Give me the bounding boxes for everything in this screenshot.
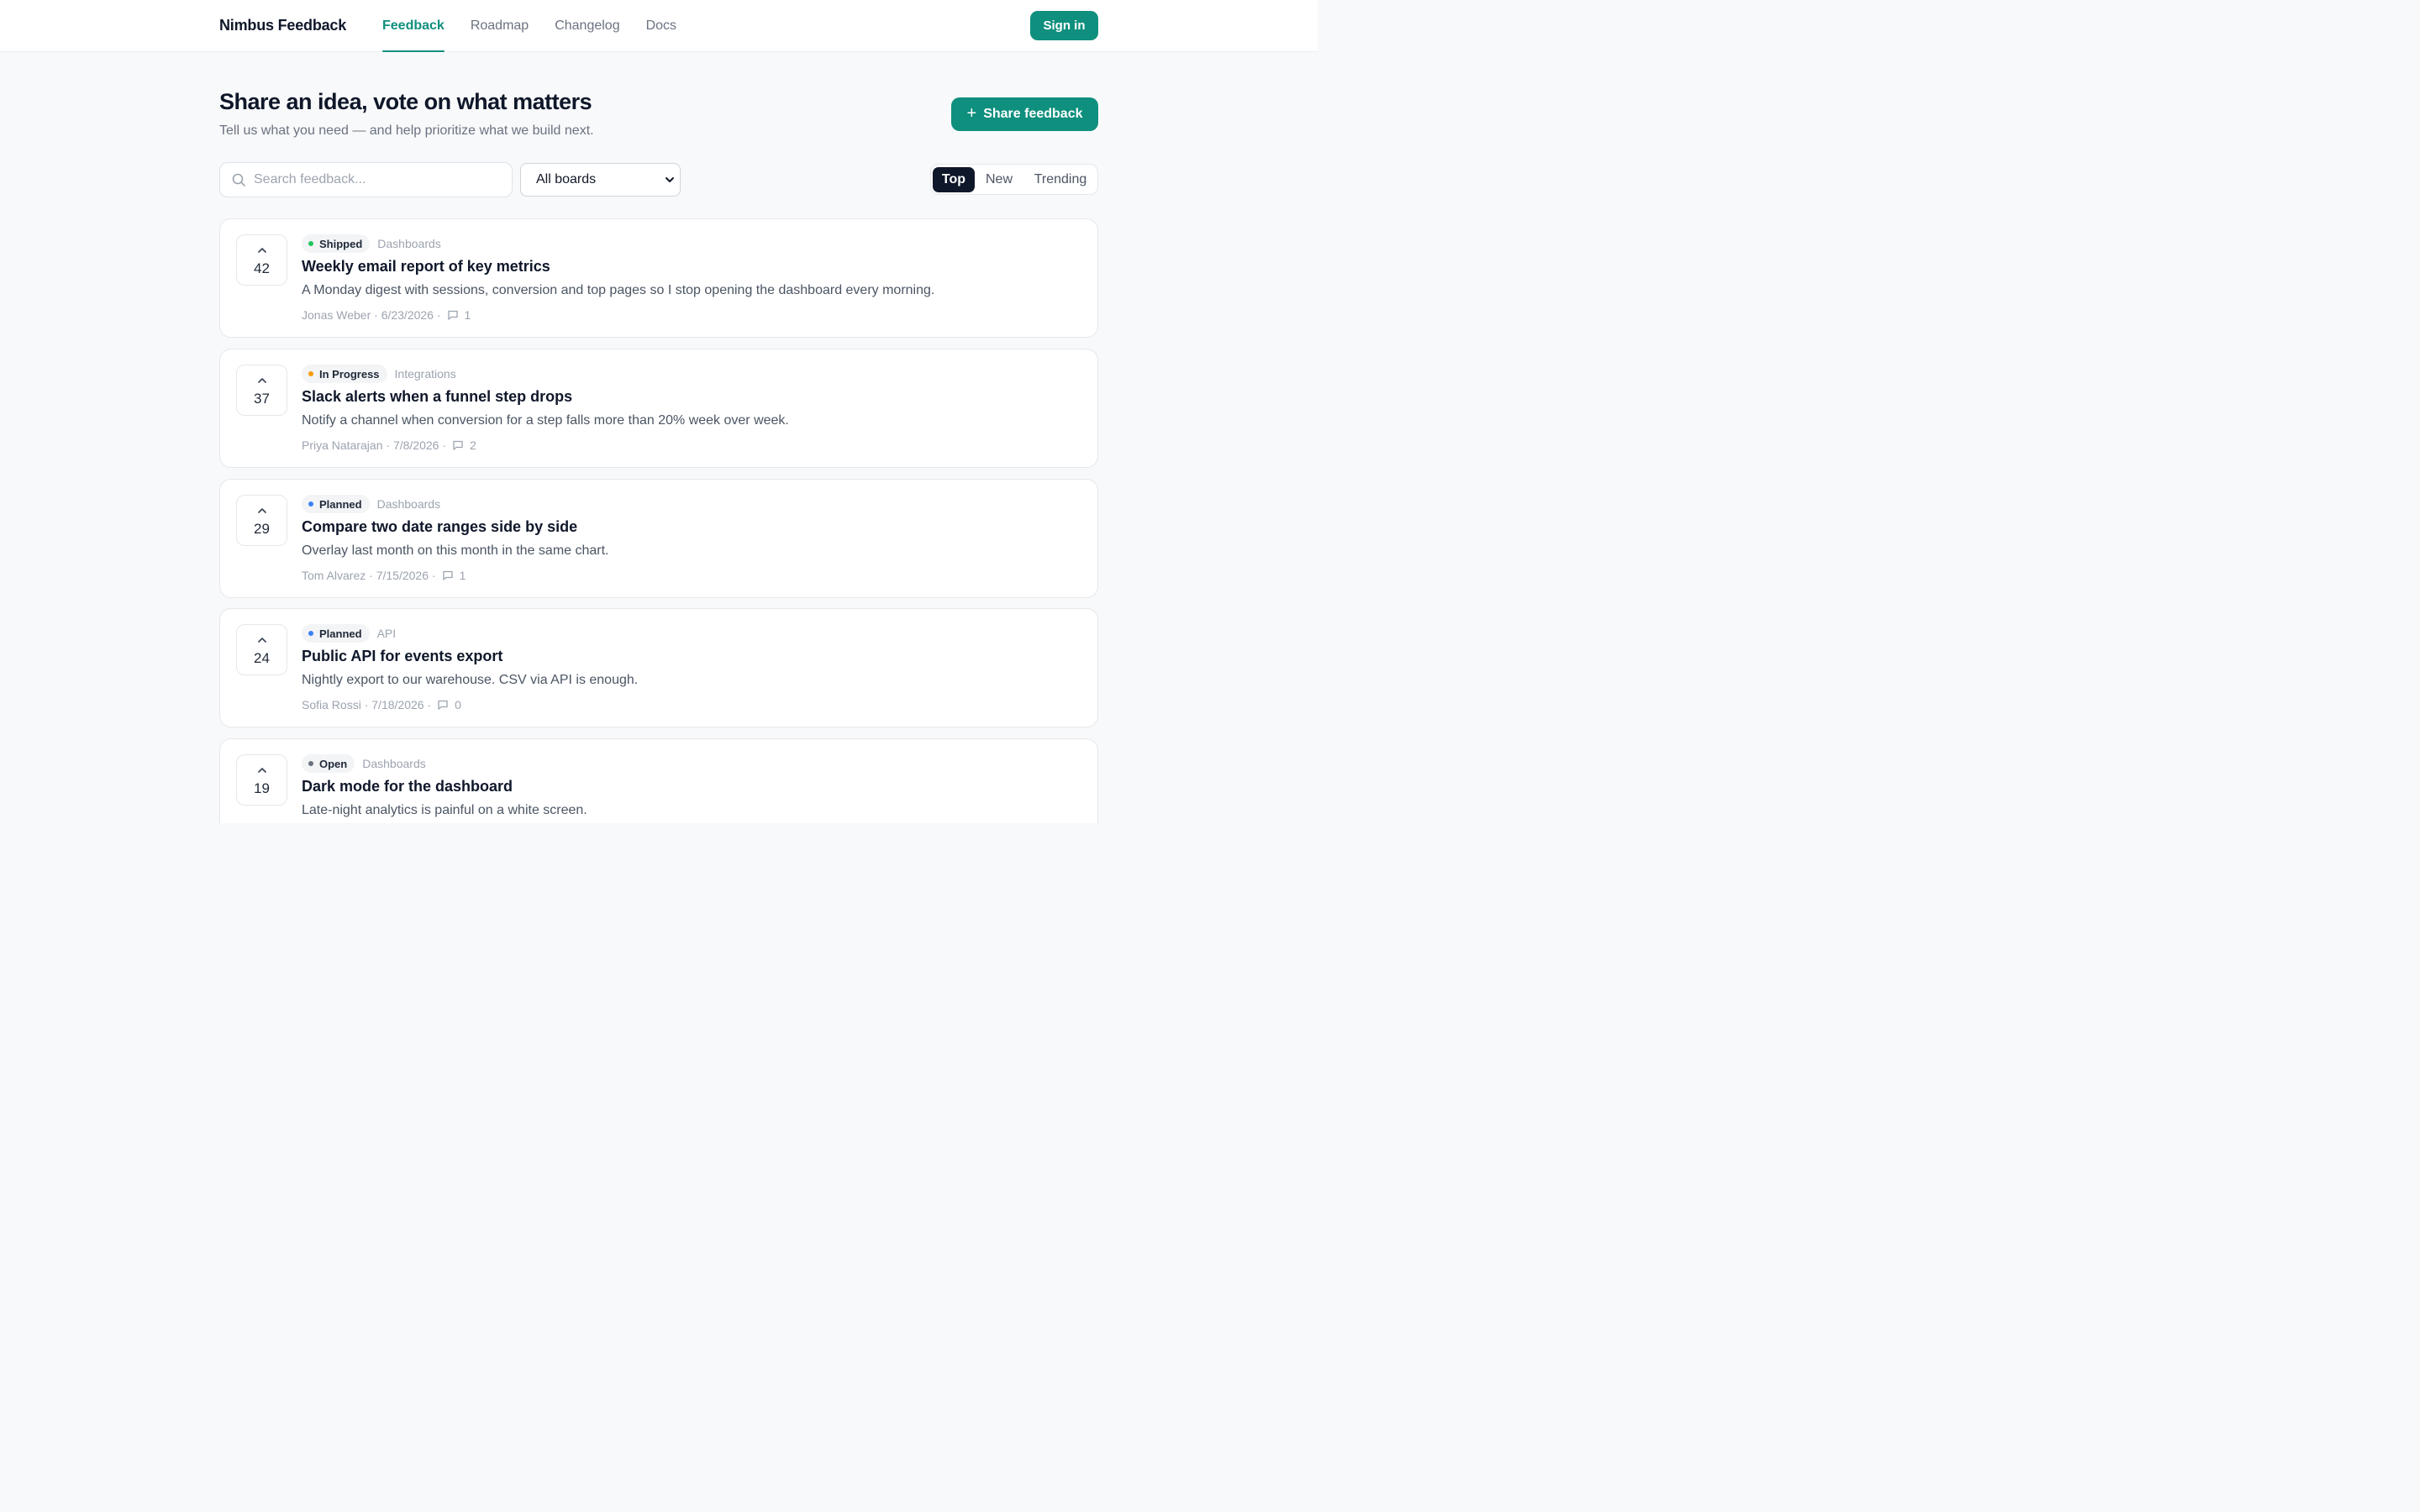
- post-date: 6/23/2026: [381, 308, 434, 322]
- chevron-up-icon: [258, 378, 266, 383]
- card-title[interactable]: Public API for events export: [302, 648, 502, 665]
- status-dot: [308, 371, 313, 376]
- upvote-button[interactable]: 37: [236, 365, 287, 416]
- status-label: Planned: [319, 497, 362, 511]
- status-badge: Planned: [302, 624, 370, 643]
- status-dot: [308, 501, 313, 507]
- comment-icon: [447, 309, 459, 321]
- feedback-card[interactable]: 29 Planned Dashboards Compare two date r…: [219, 479, 1098, 598]
- chevron-up-icon: [258, 248, 266, 253]
- board-select[interactable]: All boards: [520, 163, 681, 197]
- nav-item-feedback[interactable]: Feedback: [382, 0, 445, 52]
- card-description: A Monday digest with sessions, conversio…: [302, 283, 935, 297]
- status-label: Planned: [319, 627, 362, 640]
- sign-in-button[interactable]: Sign in: [1030, 11, 1098, 40]
- top-navigation-bar: Nimbus Feedback Feedback Roadmap Changel…: [0, 0, 1318, 52]
- brand-logo-text[interactable]: Nimbus Feedback: [219, 17, 346, 34]
- page-subtitle: Tell us what you need — and help priorit…: [219, 123, 594, 138]
- chevron-up-icon: [258, 638, 266, 643]
- plus-icon: +: [966, 104, 977, 123]
- comment-icon: [437, 699, 449, 711]
- search-box: [219, 162, 513, 197]
- status-badge: Planned: [302, 495, 370, 513]
- card-footer: Priya Natarajan · 7/8/2026 · 2: [302, 438, 476, 452]
- chevron-down-icon: [666, 177, 674, 182]
- card-meta: Open Dashboards: [302, 753, 426, 774]
- nav-item-docs[interactable]: Docs: [646, 0, 676, 52]
- author-name: Tom Alvarez: [302, 569, 366, 582]
- status-dot: [308, 761, 313, 766]
- main-nav: Feedback Roadmap Changelog Docs: [382, 0, 702, 52]
- board-label: Dashboards: [376, 497, 441, 511]
- card-footer: Tom Alvarez · 7/15/2026 · 1: [302, 569, 466, 582]
- sort-option-trending[interactable]: Trending: [1026, 167, 1095, 192]
- upvote-button[interactable]: 19: [236, 754, 287, 806]
- status-badge: Shipped: [302, 234, 371, 253]
- vote-count: 24: [254, 650, 270, 666]
- share-feedback-button[interactable]: + Share feedback: [951, 97, 1098, 131]
- search-input[interactable]: [254, 163, 506, 197]
- comment-count: 1: [459, 569, 466, 582]
- status-badge: In Progress: [302, 365, 387, 383]
- sort-option-new[interactable]: New: [979, 167, 1019, 192]
- feedback-card[interactable]: 19 Open Dashboards Dark mode for the das…: [219, 738, 1098, 823]
- author-name: Priya Natarajan: [302, 438, 383, 452]
- status-label: In Progress: [319, 367, 380, 381]
- vote-count: 19: [254, 780, 270, 796]
- card-description: Late-night analytics is painful on a whi…: [302, 803, 587, 817]
- card-description: Overlay last month on this month in the …: [302, 543, 609, 558]
- board-select-value: All boards: [536, 172, 597, 186]
- card-title[interactable]: Compare two date ranges side by side: [302, 518, 577, 536]
- card-footer: Jonas Weber · 6/23/2026 · 1: [302, 308, 471, 322]
- status-label: Shipped: [319, 237, 363, 250]
- author-name: Sofia Rossi: [302, 698, 361, 711]
- post-date: 7/8/2026: [392, 438, 439, 452]
- feedback-card[interactable]: 42 Shipped Dashboards Weekly email repor…: [219, 218, 1098, 338]
- card-title[interactable]: Slack alerts when a funnel step drops: [302, 388, 572, 406]
- card-description: Notify a channel when conversion for a s…: [302, 413, 789, 428]
- comment-count: 2: [470, 438, 476, 452]
- card-title[interactable]: Weekly email report of key metrics: [302, 258, 550, 276]
- post-date: 7/15/2026: [376, 569, 429, 582]
- page-title: Share an idea, vote on what matters: [219, 89, 592, 114]
- card-title[interactable]: Dark mode for the dashboard: [302, 778, 513, 795]
- status-badge: Open: [302, 754, 355, 773]
- upvote-button[interactable]: 29: [236, 495, 287, 546]
- vote-count: 42: [254, 260, 270, 276]
- board-label: Dashboards: [377, 237, 441, 250]
- board-label: Integrations: [394, 367, 456, 381]
- author-name: Jonas Weber: [302, 308, 371, 322]
- board-label: Dashboards: [362, 757, 426, 770]
- feedback-card[interactable]: 37 In Progress Integrations Slack alerts…: [219, 349, 1098, 468]
- card-meta: Planned API: [302, 623, 396, 643]
- nav-item-roadmap[interactable]: Roadmap: [471, 0, 529, 52]
- card-footer: Sofia Rossi · 7/18/2026 · 0: [302, 698, 461, 711]
- card-meta: Planned Dashboards: [302, 494, 440, 514]
- feedback-card[interactable]: 24 Planned API Public API for events exp…: [219, 608, 1098, 727]
- comment-count: 1: [464, 308, 471, 322]
- status-label: Open: [319, 757, 348, 770]
- sort-toggle: Top New Trending: [930, 164, 1098, 195]
- nav-item-changelog[interactable]: Changelog: [555, 0, 619, 52]
- card-meta: Shipped Dashboards: [302, 234, 441, 254]
- board-label: API: [376, 627, 397, 640]
- card-description: Nightly export to our warehouse. CSV via…: [302, 673, 639, 687]
- search-icon: [232, 173, 245, 186]
- comment-count: 0: [455, 698, 461, 711]
- status-dot: [308, 241, 313, 246]
- upvote-button[interactable]: 24: [236, 624, 287, 675]
- status-dot: [308, 631, 313, 636]
- chevron-up-icon: [258, 768, 266, 773]
- vote-count: 29: [254, 521, 270, 537]
- card-meta: In Progress Integrations: [302, 364, 456, 384]
- upvote-button[interactable]: 42: [236, 234, 287, 286]
- comment-icon: [452, 439, 464, 451]
- comment-icon: [442, 570, 454, 581]
- vote-count: 37: [254, 391, 270, 407]
- post-date: 7/18/2026: [371, 698, 424, 711]
- sort-option-top[interactable]: Top: [933, 167, 975, 192]
- share-feedback-label: Share feedback: [983, 107, 1083, 121]
- chevron-up-icon: [258, 508, 266, 513]
